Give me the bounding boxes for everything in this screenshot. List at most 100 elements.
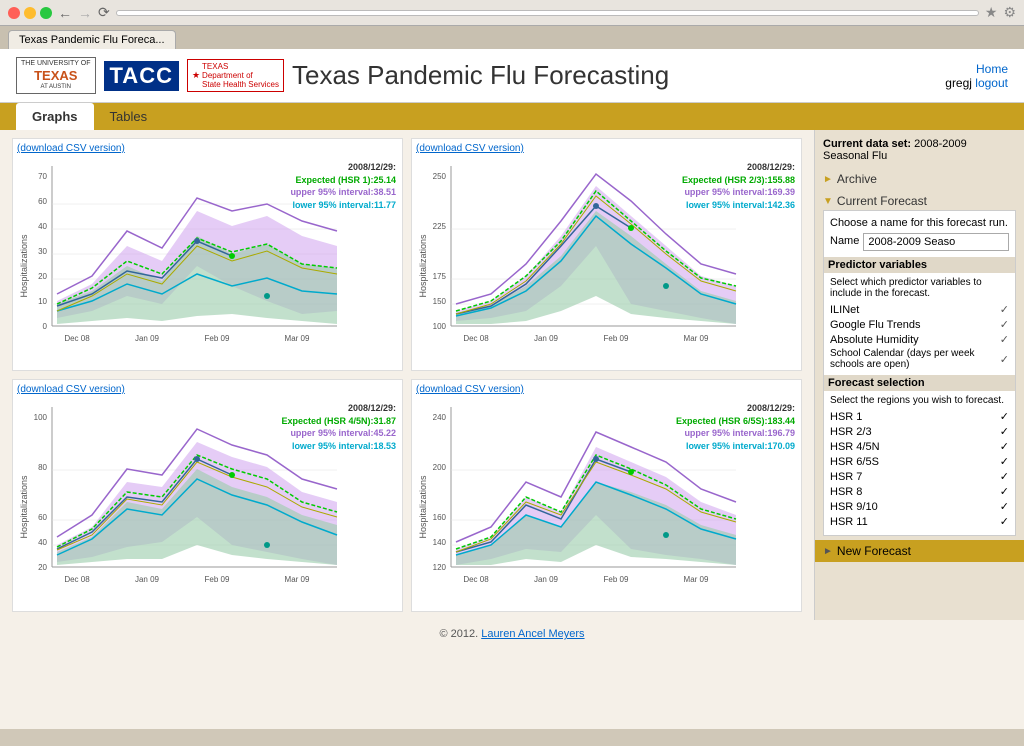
svg-text:Mar 09: Mar 09 bbox=[684, 334, 709, 343]
svg-text:225: 225 bbox=[433, 222, 447, 231]
chart-legend-hsr23: 2008/12/29: Expected (HSR 2/3):155.88 up… bbox=[682, 161, 795, 211]
predictor-school: School Calendar (days per week schools a… bbox=[830, 347, 1009, 371]
svg-text:60: 60 bbox=[38, 197, 47, 206]
download-csv-hsr23[interactable]: (download CSV version) bbox=[416, 143, 797, 154]
region-hsr45n: HSR 4/5N ✓ bbox=[830, 439, 1009, 454]
predictor-humidity-check[interactable]: ✓ bbox=[1000, 333, 1009, 346]
address-bar[interactable] bbox=[116, 10, 979, 16]
predictor-school-check[interactable]: ✓ bbox=[1000, 353, 1009, 366]
svg-text:100: 100 bbox=[433, 322, 447, 331]
svg-text:240: 240 bbox=[433, 413, 447, 422]
dataset-subtitle: Seasonal Flu bbox=[823, 150, 887, 162]
svg-text:Hospitalizations: Hospitalizations bbox=[418, 234, 428, 298]
refresh-button[interactable]: ⟳ bbox=[98, 4, 110, 21]
region-hsr11-check[interactable]: ✓ bbox=[1000, 515, 1009, 528]
tab-tables[interactable]: Tables bbox=[94, 103, 164, 130]
back-button[interactable]: ← bbox=[58, 5, 72, 21]
bookmark-icon[interactable]: ★ bbox=[985, 4, 998, 21]
dataset-info: Current data set: 2008-2009 Seasonal Flu bbox=[823, 138, 1016, 162]
region-hsr23-label: HSR 2/3 bbox=[830, 426, 872, 438]
current-forecast-label: Current Forecast bbox=[837, 194, 927, 208]
svg-text:175: 175 bbox=[433, 272, 447, 281]
svg-text:70: 70 bbox=[38, 172, 47, 181]
svg-text:100: 100 bbox=[34, 413, 48, 422]
chart-hsr65s: (download CSV version) 2008/12/29: Expec… bbox=[411, 379, 802, 612]
chart-legend-hsr1: 2008/12/29: Expected (HSR 1):25.14 upper… bbox=[290, 161, 396, 211]
logo-area: THE UNIVERSITY OF TEXAS AT AUSTIN TACC ★… bbox=[16, 57, 669, 94]
new-forecast-arrow-icon: ► bbox=[823, 546, 833, 557]
svg-text:Feb 09: Feb 09 bbox=[205, 334, 230, 343]
ut-logo: THE UNIVERSITY OF TEXAS AT AUSTIN bbox=[16, 57, 96, 94]
predictor-google-check[interactable]: ✓ bbox=[1000, 318, 1009, 331]
forecast-name-label: Name bbox=[830, 235, 859, 247]
svg-text:80: 80 bbox=[38, 463, 47, 472]
predictor-school-label: School Calendar (days per week schools a… bbox=[830, 348, 1000, 370]
svg-text:60: 60 bbox=[38, 513, 47, 522]
svg-text:140: 140 bbox=[433, 538, 447, 547]
browser-chrome: ← → ⟳ ★ ⚙ bbox=[0, 0, 1024, 26]
predictor-ilinet-label: ILINet bbox=[830, 304, 859, 316]
svg-text:40: 40 bbox=[38, 538, 47, 547]
region-hsr910-check[interactable]: ✓ bbox=[1000, 500, 1009, 513]
browser-tab[interactable]: Texas Pandemic Flu Foreca... bbox=[8, 30, 176, 49]
predictor-ilinet-check[interactable]: ✓ bbox=[1000, 303, 1009, 316]
download-csv-hsr65s[interactable]: (download CSV version) bbox=[416, 384, 797, 395]
new-forecast-section[interactable]: ► New Forecast bbox=[815, 540, 1024, 562]
footer: © 2012. Lauren Ancel Meyers bbox=[0, 620, 1024, 648]
current-forecast-header[interactable]: ▼ Current Forecast bbox=[823, 192, 1016, 210]
chart-legend-hsr45n: 2008/12/29: Expected (HSR 4/5N):31.87 up… bbox=[281, 402, 396, 452]
current-dataset-value: 2008-2009 bbox=[914, 138, 967, 150]
minimize-button[interactable] bbox=[24, 7, 36, 19]
texas-health-logo: ★ TEXASDepartment ofState Health Service… bbox=[187, 59, 284, 92]
region-hsr910: HSR 9/10 ✓ bbox=[830, 499, 1009, 514]
forecast-name-input[interactable] bbox=[863, 233, 1009, 251]
region-hsr8-check[interactable]: ✓ bbox=[1000, 485, 1009, 498]
graphs-area: (download CSV version) 2008/12/29: Expec… bbox=[0, 130, 814, 620]
predictor-intro: Select which predictor variables to incl… bbox=[830, 277, 1009, 299]
svg-text:Jan 09: Jan 09 bbox=[135, 575, 160, 584]
close-button[interactable] bbox=[8, 7, 20, 19]
region-hsr45n-check[interactable]: ✓ bbox=[1000, 440, 1009, 453]
region-hsr7: HSR 7 ✓ bbox=[830, 469, 1009, 484]
svg-text:40: 40 bbox=[38, 222, 47, 231]
svg-text:Jan 09: Jan 09 bbox=[135, 334, 160, 343]
logout-link[interactable]: logout bbox=[975, 76, 1008, 90]
archive-header[interactable]: ► Archive bbox=[823, 170, 1016, 188]
home-link[interactable]: Home bbox=[976, 62, 1008, 76]
download-csv-hsr1[interactable]: (download CSV version) bbox=[17, 143, 398, 154]
tab-graphs[interactable]: Graphs bbox=[16, 103, 94, 130]
region-hsr23-check[interactable]: ✓ bbox=[1000, 425, 1009, 438]
region-hsr65s-check[interactable]: ✓ bbox=[1000, 455, 1009, 468]
svg-text:20: 20 bbox=[38, 272, 47, 281]
region-hsr7-check[interactable]: ✓ bbox=[1000, 470, 1009, 483]
chart-legend-hsr65s: 2008/12/29: Expected (HSR 6/5S):183.44 u… bbox=[676, 402, 795, 452]
site-header: THE UNIVERSITY OF TEXAS AT AUSTIN TACC ★… bbox=[0, 49, 1024, 103]
sidebar-section-current-forecast: ▼ Current Forecast Choose a name for thi… bbox=[823, 192, 1016, 536]
svg-text:Jan 09: Jan 09 bbox=[534, 575, 559, 584]
svg-text:150: 150 bbox=[433, 297, 447, 306]
region-hsr910-label: HSR 9/10 bbox=[830, 501, 878, 513]
forward-button[interactable]: → bbox=[78, 5, 92, 21]
svg-text:Dec 08: Dec 08 bbox=[64, 334, 90, 343]
forecast-selection-intro: Select the regions you wish to forecast. bbox=[830, 395, 1009, 406]
footer-copyright: © 2012. bbox=[439, 628, 478, 640]
chart-hsr45n: (download CSV version) 2008/12/29: Expec… bbox=[12, 379, 403, 612]
current-dataset-label: Current data set: bbox=[823, 138, 911, 150]
region-hsr65s-label: HSR 6/5S bbox=[830, 456, 879, 468]
download-csv-hsr45n[interactable]: (download CSV version) bbox=[17, 384, 398, 395]
browser-tab-bar: Texas Pandemic Flu Foreca... bbox=[0, 26, 1024, 49]
footer-author-link[interactable]: Lauren Ancel Meyers bbox=[481, 628, 584, 640]
site-title: Texas Pandemic Flu Forecasting bbox=[292, 60, 669, 91]
sidebar: Current data set: 2008-2009 Seasonal Flu… bbox=[814, 130, 1024, 620]
archive-label: Archive bbox=[837, 172, 877, 186]
region-hsr1: HSR 1 ✓ bbox=[830, 409, 1009, 424]
maximize-button[interactable] bbox=[40, 7, 52, 19]
nav-tabs: Graphs Tables bbox=[0, 103, 1024, 130]
region-hsr8: HSR 8 ✓ bbox=[830, 484, 1009, 499]
region-hsr1-check[interactable]: ✓ bbox=[1000, 410, 1009, 423]
charts-grid: (download CSV version) 2008/12/29: Expec… bbox=[12, 138, 802, 612]
settings-icon[interactable]: ⚙ bbox=[1003, 4, 1016, 21]
chart-hsr1: (download CSV version) 2008/12/29: Expec… bbox=[12, 138, 403, 371]
svg-text:Jan 09: Jan 09 bbox=[534, 334, 559, 343]
svg-text:Hospitalizations: Hospitalizations bbox=[19, 475, 29, 539]
